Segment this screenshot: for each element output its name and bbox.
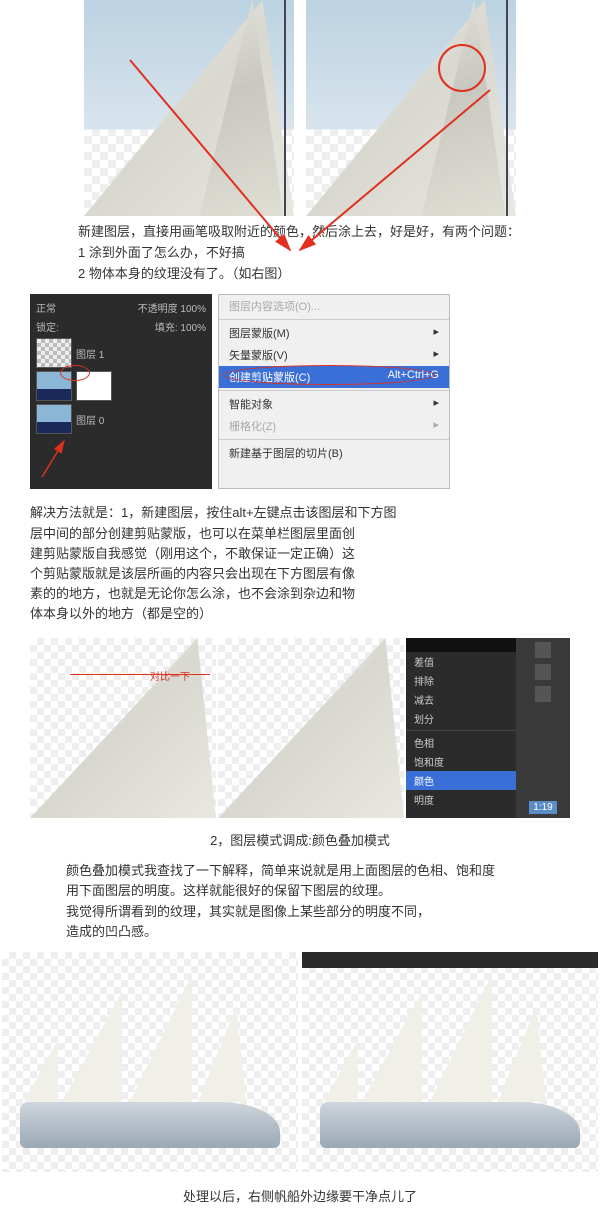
compare-note: 对比一下 [150,668,190,683]
menu-item[interactable]: 新建基于图层的切片(B) [219,442,449,464]
layer-1-name: 图层 1 [76,346,104,361]
lock-label: 锁定: [36,319,59,334]
ship-right [302,952,598,1172]
opacity-label: 不透明度 [138,304,178,315]
intro-line3: 2 物体本身的纹理没有了。（如右图） [78,264,544,285]
compare-right [218,638,404,818]
blend-option[interactable]: 明度 [406,790,516,809]
layer-thumb-ship [36,404,72,434]
panel-icon[interactable] [535,664,551,680]
color-mode-text: 颜色叠加模式我查找了一下解释，简单来说就是用上面图层的色相、饱和度 用下面图层的… [0,857,600,946]
compare-panel: 对比一下 差值 排除 减去 划分 色相 饱和度 颜色 明度 1:19 [0,634,600,822]
arrow-icon [34,437,74,483]
blend-option-color[interactable]: 颜色 [406,771,516,790]
ship-compare-row [0,946,600,1178]
layers-panel: 正常 不透明度 100% 锁定: 填充: 100% 图层 1 图层 0 [30,294,212,489]
final-caption: 处理以后，右侧帆船外边缘要干净点儿了 [0,1178,600,1213]
layer-0-name: 图层 0 [76,412,104,427]
compare-left: 对比一下 [30,638,216,818]
intro-line1: 新建图层，直接用画笔吸取附近的颜色，然后涂上去，好是好，有两个问题： [78,222,544,243]
fill-value[interactable]: 填充: 100% [155,319,206,334]
intro-line2: 1 涂到外面了怎么办，不好搞 [78,243,544,264]
ship-left [2,952,298,1172]
time-badge: 1:19 [529,801,556,814]
layer-row-1[interactable]: 图层 1 [36,338,206,368]
annotation-circle [438,44,486,92]
menu-item[interactable]: 智能对象▸ [219,393,449,415]
solution-text: 解决方法就是：1，新建图层，按住alt+左键点击该图层和下方图 层中间的部分创建… [0,493,600,634]
menu-item[interactable]: 矢量蒙版(V)▸ [219,344,449,366]
panel-icon[interactable] [535,642,551,658]
blend-mode-select[interactable]: 正常 [36,300,56,315]
layer-row-ship-masked[interactable] [36,371,206,401]
opacity-value[interactable]: 100% [180,304,206,315]
blend-mode-menu: 差值 排除 减去 划分 色相 饱和度 颜色 明度 [406,638,516,818]
sail-image-left [84,0,294,216]
layer-row-0[interactable]: 图层 0 [36,404,206,434]
sail-image-right [306,0,516,216]
properties-panel: 1:19 [516,638,570,818]
menu-item[interactable]: 栅格化(Z)▸ [219,415,449,437]
panel-icon[interactable] [535,686,551,702]
blend-option[interactable]: 色相 [406,733,516,752]
menu-item[interactable]: 图层内容选项(O)... [219,295,449,317]
intro-text: 新建图层，直接用画笔吸取附近的颜色，然后涂上去，好是好，有两个问题： 1 涂到外… [0,216,600,290]
layer-thumb-empty [36,338,72,368]
blend-option[interactable]: 减去 [406,690,516,709]
photoshop-ui-row: 正常 不透明度 100% 锁定: 填充: 100% 图层 1 图层 0 图层内容… [0,290,600,493]
blend-option[interactable]: 差值 [406,652,516,671]
menu-item[interactable]: 图层蒙版(M)▸ [219,322,449,344]
menu-item-create-clipping-mask[interactable]: 创建剪贴蒙版(C)Alt+Ctrl+G [219,366,449,388]
step2-caption: 2，图层模式调成:颜色叠加模式 [0,822,600,857]
blend-option-saturation[interactable]: 饱和度 [406,752,516,771]
blend-option[interactable]: 排除 [406,671,516,690]
layer-context-menu: 图层内容选项(O)... 图层蒙版(M)▸ 矢量蒙版(V)▸ 创建剪贴蒙版(C)… [218,294,450,489]
blend-option[interactable]: 划分 [406,709,516,728]
